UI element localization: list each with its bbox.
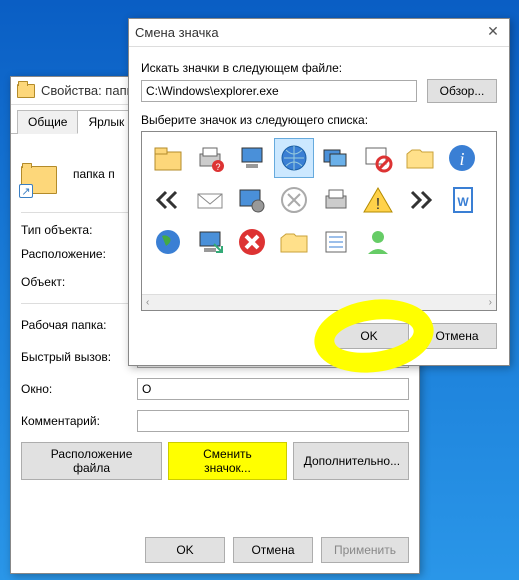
globe-green-icon[interactable] [148,222,188,262]
comment-input[interactable] [137,410,409,432]
chg-cancel-button[interactable]: Отмена [417,323,497,349]
computer-icon[interactable] [232,138,272,178]
x-gray-icon[interactable] [274,180,314,220]
user-green-icon[interactable] [358,222,398,262]
file-location-button[interactable]: Расположение файла [21,442,162,480]
tab-shortcut[interactable]: Ярлык [77,110,135,134]
folder-open-icon[interactable] [400,138,440,178]
folder-icon [17,84,35,98]
icon-list[interactable]: ? i! W ‹› [141,131,497,311]
word-doc-icon[interactable]: W [442,180,482,220]
change-icon-window: Смена значка ✕ Искать значки в следующем… [128,18,510,366]
change-icon-title: Смена значка [135,25,219,40]
change-icon-button[interactable]: Сменить значок... [168,442,287,480]
chg-ok-button[interactable]: OK [329,323,409,349]
computer-arrow-icon[interactable] [190,222,230,262]
window-gear-icon[interactable] [232,180,272,220]
type-label: Тип объекта: [21,223,131,237]
select-label: Выберите значок из следующего списка: [141,113,497,127]
arrows-left-icon[interactable] [148,180,188,220]
svg-text:!: ! [376,196,380,213]
props-cancel-button[interactable]: Отмена [233,537,313,563]
target-label: Объект: [21,275,131,289]
icon-path-input[interactable] [141,80,417,102]
folder-icon[interactable] [148,138,188,178]
close-icon[interactable]: ✕ [483,23,503,43]
arrows-right-icon[interactable] [400,180,440,220]
shortcut-big-icon: ↗ [21,150,61,198]
workdir-label: Рабочая папка: [21,318,131,332]
printer-question-icon[interactable]: ? [190,138,230,178]
change-icon-titlebar[interactable]: Смена значка ✕ [129,19,509,47]
list-icon[interactable] [316,222,356,262]
advanced-button[interactable]: Дополнительно... [293,442,409,480]
comment-label: Комментарий: [21,414,131,428]
props-ok-button[interactable]: OK [145,537,225,563]
svg-text:W: W [457,195,469,209]
properties-dialog-buttons: OK Отмена Применить [145,537,409,563]
info-blue-icon[interactable]: i [442,138,482,178]
window-input[interactable] [137,378,409,400]
browse-button[interactable]: Обзор... [427,79,497,103]
search-label: Искать значки в следующем файле: [141,61,497,75]
globe-icon[interactable] [274,138,314,178]
horizontal-scrollbar[interactable]: ‹› [142,294,496,310]
svg-text:i: i [459,149,464,169]
warning-icon[interactable]: ! [358,180,398,220]
window-label: Окно: [21,382,131,396]
x-red-icon[interactable] [232,222,272,262]
location-label: Расположение: [21,247,131,261]
props-apply-button[interactable]: Применить [321,537,409,563]
window-forbid-icon[interactable] [358,138,398,178]
windows-stack-icon[interactable] [316,138,356,178]
folder-yellow-icon[interactable] [274,222,314,262]
tab-general[interactable]: Общие [17,110,78,134]
envelope-icon[interactable] [190,180,230,220]
svg-text:?: ? [215,162,220,172]
shortcut-name: папка п [73,167,115,181]
printer-fax-icon[interactable] [316,180,356,220]
hotkey-label: Быстрый вызов: [21,350,131,364]
